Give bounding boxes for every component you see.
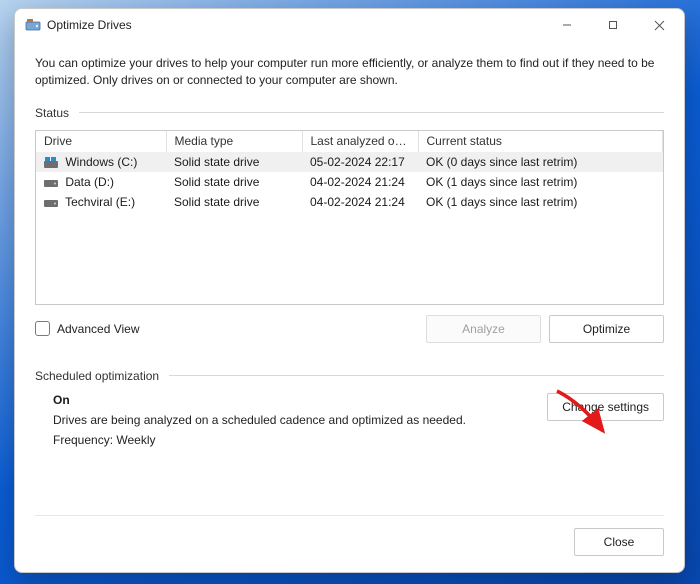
advanced-view-checkbox[interactable]: Advanced View bbox=[35, 321, 140, 336]
scheduled-frequency: Frequency: Weekly bbox=[53, 433, 466, 447]
scheduled-section-label: Scheduled optimization bbox=[35, 369, 664, 383]
close-button[interactable] bbox=[636, 10, 682, 40]
col-last[interactable]: Last analyzed or o... bbox=[302, 131, 418, 152]
drive-status: OK (0 days since last retrim) bbox=[418, 152, 663, 172]
window-controls bbox=[544, 10, 682, 40]
scheduled-info: On Drives are being analyzed on a schedu… bbox=[35, 393, 466, 453]
divider bbox=[169, 375, 664, 376]
drive-status: OK (1 days since last retrim) bbox=[418, 172, 663, 192]
drive-icon bbox=[44, 197, 58, 209]
scheduled-state: On bbox=[53, 393, 466, 407]
maximize-button[interactable] bbox=[590, 10, 636, 40]
app-icon bbox=[25, 17, 41, 33]
drive-status: OK (1 days since last retrim) bbox=[418, 192, 663, 212]
optimize-button[interactable]: Optimize bbox=[549, 315, 664, 343]
change-settings-button[interactable]: Change settings bbox=[547, 393, 664, 421]
col-status[interactable]: Current status bbox=[418, 131, 663, 152]
table-row[interactable]: Windows (C:) Solid state drive 05-02-202… bbox=[36, 152, 663, 172]
window-title: Optimize Drives bbox=[47, 18, 132, 32]
description-text: You can optimize your drives to help you… bbox=[35, 55, 664, 90]
drive-name: Techviral (E:) bbox=[65, 195, 135, 209]
table-row[interactable]: Techviral (E:) Solid state drive 04-02-2… bbox=[36, 192, 663, 212]
drive-list[interactable]: Drive Media type Last analyzed or o... C… bbox=[35, 130, 664, 305]
drive-icon bbox=[44, 177, 58, 189]
dialog-footer: Close bbox=[35, 515, 664, 556]
drive-name: Data (D:) bbox=[65, 175, 114, 189]
divider bbox=[79, 112, 664, 113]
advanced-view-label: Advanced View bbox=[57, 322, 140, 336]
windows-drive-icon bbox=[44, 157, 58, 169]
drive-media: Solid state drive bbox=[166, 172, 302, 192]
drive-media: Solid state drive bbox=[166, 192, 302, 212]
table-header-row: Drive Media type Last analyzed or o... C… bbox=[36, 131, 663, 152]
content-area: You can optimize your drives to help you… bbox=[15, 41, 684, 572]
drive-last: 04-02-2024 21:24 bbox=[302, 192, 418, 212]
drive-media: Solid state drive bbox=[166, 152, 302, 172]
drive-last: 05-02-2024 22:17 bbox=[302, 152, 418, 172]
table-row[interactable]: Data (D:) Solid state drive 04-02-2024 2… bbox=[36, 172, 663, 192]
scheduled-label-text: Scheduled optimization bbox=[35, 369, 159, 383]
col-drive[interactable]: Drive bbox=[36, 131, 166, 152]
optimize-drives-window: Optimize Drives You can optimize your dr… bbox=[14, 8, 685, 573]
col-media[interactable]: Media type bbox=[166, 131, 302, 152]
minimize-button[interactable] bbox=[544, 10, 590, 40]
analyze-button: Analyze bbox=[426, 315, 541, 343]
close-dialog-button[interactable]: Close bbox=[574, 528, 664, 556]
scheduled-description: Drives are being analyzed on a scheduled… bbox=[53, 413, 466, 427]
titlebar: Optimize Drives bbox=[15, 9, 684, 41]
checkbox-box bbox=[35, 321, 50, 336]
drive-last: 04-02-2024 21:24 bbox=[302, 172, 418, 192]
status-section-label: Status bbox=[35, 106, 664, 120]
status-label-text: Status bbox=[35, 106, 69, 120]
drive-name: Windows (C:) bbox=[65, 155, 137, 169]
